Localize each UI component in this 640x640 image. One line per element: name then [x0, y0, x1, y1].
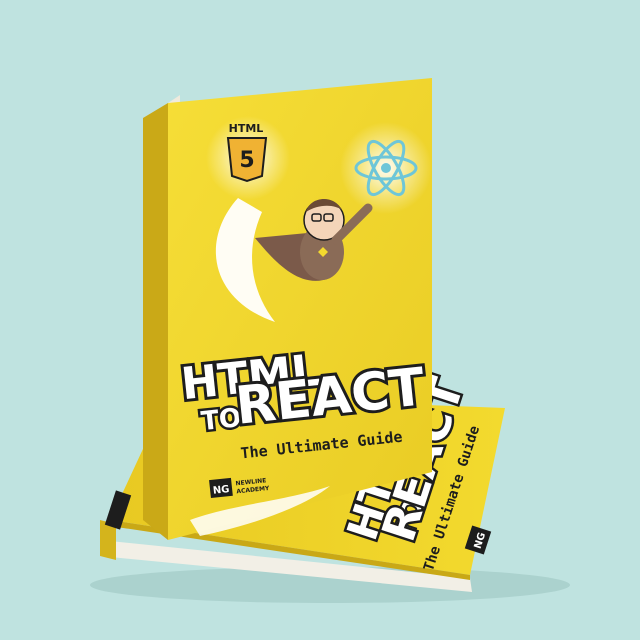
book-mockup-scene: HTML TO REACT The Ultimate Guide NG HTML… [90, 78, 570, 603]
standing-book: HTML 5 HTML TO REACT The Ultimate Guide … [143, 78, 432, 540]
standing-book-spine [143, 103, 168, 540]
html5-badge-number: 5 [239, 148, 254, 173]
html5-badge-label: HTML [229, 122, 264, 135]
react-atom-icon [340, 122, 432, 214]
html5-badge: HTML 5 [206, 116, 290, 200]
publisher-logo-text: NG [212, 484, 230, 497]
